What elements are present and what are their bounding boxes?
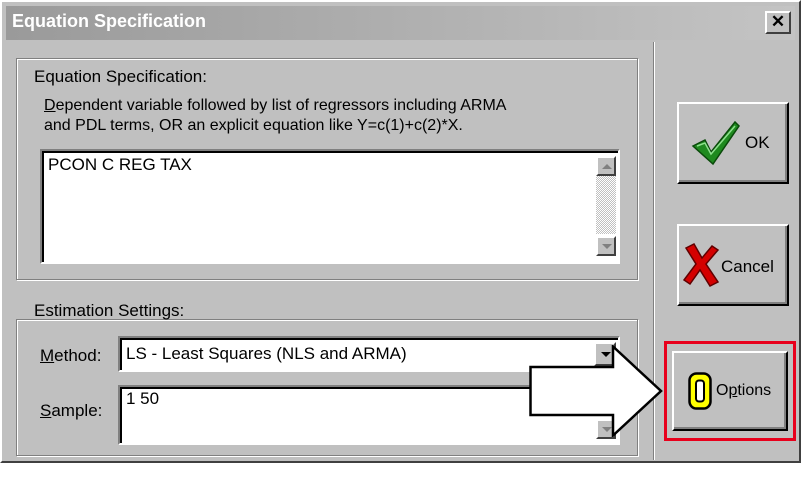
yellow-o-icon xyxy=(688,372,712,410)
close-button[interactable]: ✕ xyxy=(765,11,791,34)
ok-button[interactable]: OK xyxy=(677,102,789,184)
sample-label-rest: ample: xyxy=(51,401,103,420)
estimation-label-a: Estimation Settin xyxy=(34,301,162,320)
estimation-group-label: Estimation Settings: xyxy=(34,301,184,321)
method-label-rest: ethod: xyxy=(54,346,102,365)
arrow-down-icon xyxy=(602,244,612,249)
method-label: Method: xyxy=(40,346,101,366)
red-x-icon xyxy=(682,243,720,287)
instructions-line-2: and PDL terms, OR an explicit equation l… xyxy=(44,117,463,134)
green-checkmark-icon xyxy=(691,120,740,166)
equation-group-label: Equation Specification: xyxy=(34,67,207,86)
equation-scrollbar-track[interactable] xyxy=(596,176,616,234)
instructions-first-char: D xyxy=(44,97,56,114)
method-selected-value: LS - Least Squares (NLS and ARMA) xyxy=(126,344,407,363)
arrow-right-icon xyxy=(529,345,663,437)
ok-label: OK xyxy=(745,133,770,152)
title-bar[interactable]: Equation Specification ✕ xyxy=(6,6,795,40)
equation-textarea[interactable]: PCON C REG TAX xyxy=(40,149,620,264)
close-icon: ✕ xyxy=(770,12,786,31)
sample-label: Sample: xyxy=(40,401,102,421)
sample-text: 1 50 xyxy=(126,389,160,408)
estimation-label-b: s: xyxy=(171,301,185,320)
sample-label-accel: S xyxy=(40,401,52,420)
instructions-line-1: Dependent variable followed by list of r… xyxy=(44,97,506,115)
equation-text: PCON C REG TAX xyxy=(48,155,192,174)
equation-scroll-up-button[interactable] xyxy=(596,156,616,176)
options-label: Options xyxy=(716,382,771,400)
method-label-accel: M xyxy=(40,346,55,365)
cancel-button[interactable]: Cancel xyxy=(677,224,789,306)
equation-scroll-down-button[interactable] xyxy=(596,236,616,256)
equation-specification-dialog: Equation Specification ✕ Equation Specif… xyxy=(0,0,801,463)
estimation-label-accel: g xyxy=(161,301,172,320)
arrow-up-icon xyxy=(602,164,612,169)
options-label-b: tions xyxy=(737,382,772,399)
options-button[interactable]: Options xyxy=(672,351,788,431)
dialog-title: Equation Specification xyxy=(12,11,207,31)
options-label-a: O xyxy=(716,382,729,399)
instructions-line-1-rest: ependent variable followed by list of re… xyxy=(55,97,507,114)
cancel-label: Cancel xyxy=(721,257,774,276)
